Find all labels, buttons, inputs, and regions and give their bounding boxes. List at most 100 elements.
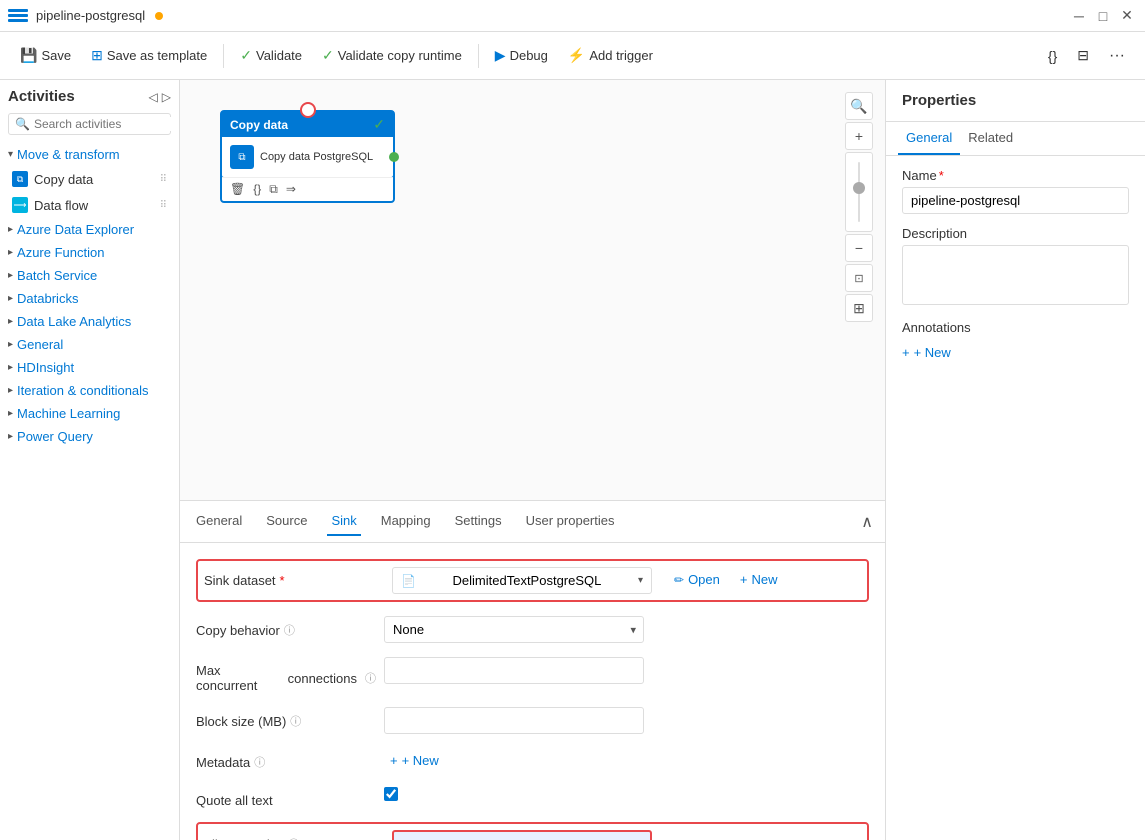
info-icon-copy-behavior[interactable]: ⓘ [284, 622, 295, 638]
zoom-in-btn[interactable]: + [845, 122, 873, 150]
prop-tab-general[interactable]: General [898, 122, 960, 155]
chevron-right-icon-2: ▸ [8, 247, 13, 258]
fit-screen-btn[interactable]: ⊡ [845, 264, 873, 292]
quote-all-text-checkbox[interactable] [384, 787, 398, 801]
tab-settings[interactable]: Settings [451, 507, 506, 536]
slider-track [858, 162, 860, 222]
minimize-btn[interactable]: ─ [1069, 6, 1089, 26]
tab-general[interactable]: General [192, 507, 246, 536]
expand-icon[interactable]: ▷ [162, 90, 171, 104]
node-top-circle [300, 102, 316, 118]
drag-handle[interactable]: ⠿ [160, 174, 167, 185]
sidebar-item-data-flow[interactable]: ⟶ Data flow ⠿ [0, 192, 179, 218]
save-icon: 💾 [20, 47, 37, 64]
info-icon-block-size[interactable]: ⓘ [290, 713, 301, 729]
new-dataset-btn[interactable]: + New [734, 567, 784, 592]
properties-tabs: General Related [886, 122, 1145, 156]
drag-handle-flow[interactable]: ⠿ [160, 200, 167, 211]
info-icon-concurrent[interactable]: ⓘ [365, 670, 376, 686]
zoom-to-fit-search-btn[interactable]: 🔍 [845, 92, 873, 120]
copy-data-icon: ⧉ [12, 171, 28, 187]
node-delete-btn[interactable]: 🗑 [230, 182, 245, 197]
block-size-input[interactable] [384, 707, 644, 734]
more-button[interactable]: ··· [1101, 43, 1133, 69]
node-copy-btn[interactable]: ⧉ [269, 182, 278, 197]
description-field-label: Description [902, 226, 1129, 241]
add-annotation-btn[interactable]: + + New [902, 343, 951, 362]
panel-collapse-btn[interactable]: ∧ [861, 512, 873, 532]
add-trigger-button[interactable]: ⚡ Add trigger [560, 43, 661, 68]
validate-button[interactable]: ✓ Validate [232, 43, 310, 68]
save-as-template-button[interactable]: ⊞ Save as template [83, 43, 215, 68]
validate-icon: ✓ [240, 47, 252, 64]
sink-dataset-select[interactable]: 📄 DelimitedTextPostgreSQL ▾ [392, 567, 652, 594]
sidebar-section-batch-service[interactable]: ▸ Batch Service [0, 264, 179, 287]
sidebar: Activities ◁ ▷ 🔍 ▾ Move & transform ⧉ Co… [0, 80, 180, 840]
info-icon-file-ext[interactable]: ⓘ [288, 836, 299, 840]
close-btn[interactable]: ✕ [1117, 6, 1137, 26]
bottom-panel: General Source Sink Mapping Settings Use… [180, 500, 885, 840]
slider-thumb[interactable] [853, 182, 865, 194]
copy-behavior-select[interactable]: None FlattenHierarchy MergeFiles Preserv… [384, 616, 644, 643]
sidebar-section-move-transform[interactable]: ▾ Move & transform [0, 143, 179, 166]
tab-sink[interactable]: Sink [327, 507, 360, 536]
file-extension-input[interactable] [392, 830, 652, 840]
file-extension-row: File extension ⓘ [196, 822, 869, 840]
tab-source[interactable]: Source [262, 507, 311, 536]
validate-copy-runtime-button[interactable]: ✓ Validate copy runtime [314, 43, 470, 68]
panel-tabs: General Source Sink Mapping Settings Use… [180, 501, 885, 543]
canvas-workspace[interactable]: Copy data ✓ ⧉ Copy data PostgreSQL 🗑 {} … [180, 80, 885, 500]
name-field-label: Name * [902, 168, 1129, 183]
sidebar-item-copy-data[interactable]: ⧉ Copy data ⠿ [0, 166, 179, 192]
node-arrow-btn[interactable]: ⇒ [286, 182, 296, 197]
tab-mapping[interactable]: Mapping [377, 507, 435, 536]
search-input[interactable] [34, 117, 180, 131]
edit-icon: ✏ [674, 573, 684, 587]
data-flow-icon: ⟶ [12, 197, 28, 213]
max-concurrent-input[interactable] [384, 657, 644, 684]
quote-all-text-label: Quote all text [196, 787, 376, 808]
node-code-btn[interactable]: {} [253, 182, 261, 197]
maximize-btn[interactable]: □ [1093, 6, 1113, 26]
zoom-out-btn[interactable]: − [845, 234, 873, 262]
prop-tab-related[interactable]: Related [960, 122, 1021, 155]
annotations-label: Annotations [902, 320, 1129, 335]
form-area: Sink dataset * 📄 DelimitedTextPostgreSQL… [180, 543, 885, 840]
sidebar-section-azure-function[interactable]: ▸ Azure Function [0, 241, 179, 264]
name-input[interactable] [902, 187, 1129, 214]
chevron-down-icon: ▾ [8, 149, 13, 160]
sidebar-section-databricks[interactable]: ▸ Databricks [0, 287, 179, 310]
save-button[interactable]: 💾 Save [12, 43, 79, 68]
panel-button[interactable]: ⊟ [1069, 43, 1097, 68]
debug-button[interactable]: ▶ Debug [487, 43, 556, 68]
sidebar-section-iteration[interactable]: ▸ Iteration & conditionals [0, 379, 179, 402]
zoom-slider[interactable] [845, 152, 873, 232]
activity-node[interactable]: Copy data ✓ ⧉ Copy data PostgreSQL 🗑 {} … [220, 110, 395, 203]
sidebar-section-machine-learning[interactable]: ▸ Machine Learning [0, 402, 179, 425]
code-view-button[interactable]: {} [1040, 44, 1065, 68]
open-dataset-btn[interactable]: ✏ Open [668, 567, 726, 592]
chevron-right-icon-9: ▸ [8, 408, 13, 419]
node-container[interactable]: Copy data ✓ ⧉ Copy data PostgreSQL 🗑 {} … [220, 110, 395, 203]
add-metadata-btn[interactable]: + + New [384, 748, 445, 773]
tab-user-properties[interactable]: User properties [522, 507, 619, 536]
node-body-icon: ⧉ [230, 145, 254, 169]
collapse-icon[interactable]: ◁ [149, 90, 158, 104]
name-required: * [939, 168, 944, 183]
sidebar-section-general[interactable]: ▸ General [0, 333, 179, 356]
node-title: Copy data [230, 118, 288, 132]
node-check-icon: ✓ [373, 116, 385, 133]
info-icon-metadata[interactable]: ⓘ [254, 754, 265, 770]
node-connection-dot[interactable] [389, 152, 399, 162]
canvas-tools: 🔍 + − ⊡ ⊞ [845, 92, 873, 322]
separator-2 [478, 44, 479, 68]
sidebar-section-data-lake[interactable]: ▸ Data Lake Analytics [0, 310, 179, 333]
sidebar-section-azure-explorer[interactable]: ▸ Azure Data Explorer [0, 218, 179, 241]
quote-all-text-control [384, 787, 644, 804]
grid-btn[interactable]: ⊞ [845, 294, 873, 322]
file-icon: 📄 [401, 574, 416, 588]
description-textarea[interactable] [902, 245, 1129, 305]
sidebar-section-hdinsight[interactable]: ▸ HDInsight [0, 356, 179, 379]
sink-dataset-value: DelimitedTextPostgreSQL [453, 573, 602, 588]
sidebar-section-power-query[interactable]: ▸ Power Query [0, 425, 179, 448]
